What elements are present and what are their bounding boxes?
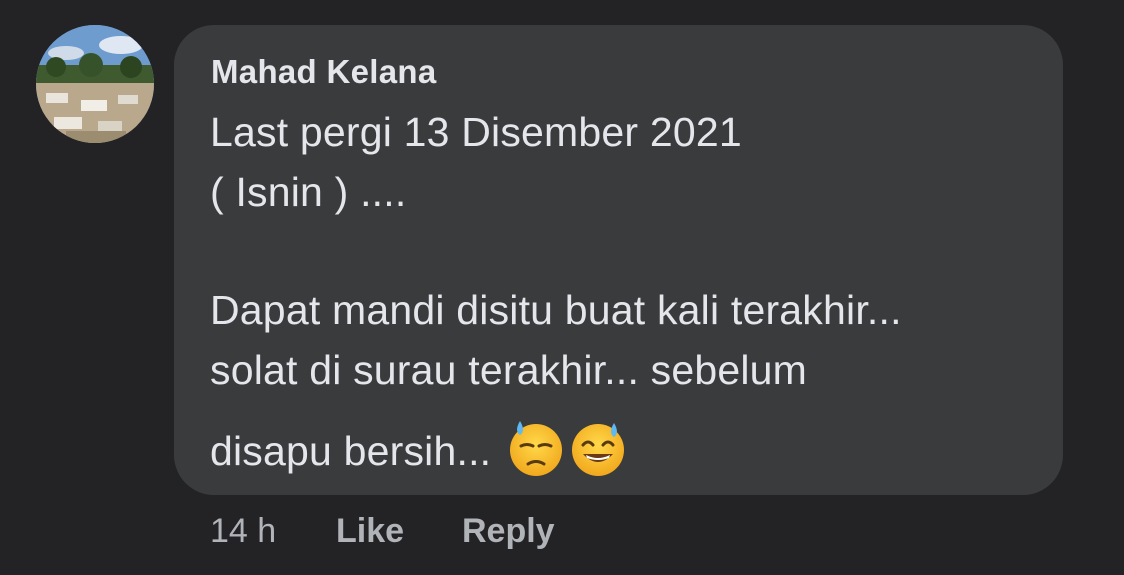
comment-last-line: disapu bersih...: [210, 421, 627, 483]
downcast-face-with-sweat-icon: [507, 419, 565, 477]
grinning-face-with-sweat-icon: [569, 419, 627, 477]
comment-text-line: ( Isnin ) ....: [210, 169, 407, 215]
comment-text-line: Last pergi 13 Disember 2021: [210, 109, 742, 155]
comment-bubble: Mahad Kelana Last pergi 13 Disember 2021…: [174, 25, 1063, 495]
avatar-photo-icon: [36, 25, 154, 143]
comment-text-line: disapu bersih...: [210, 427, 492, 474]
avatar[interactable]: [36, 25, 154, 143]
reply-button[interactable]: Reply: [462, 512, 555, 551]
comment-timestamp: 14 h: [210, 512, 277, 550]
comment-text-line: solat di surau terakhir... sebelum: [210, 347, 808, 393]
comment-text-line: Dapat mandi disitu buat kali terakhir...: [210, 287, 902, 333]
comment-view: Mahad Kelana Last pergi 13 Disember 2021…: [0, 0, 1124, 575]
like-button[interactable]: Like: [336, 512, 404, 551]
comment-author-name[interactable]: Mahad Kelana: [211, 53, 437, 91]
